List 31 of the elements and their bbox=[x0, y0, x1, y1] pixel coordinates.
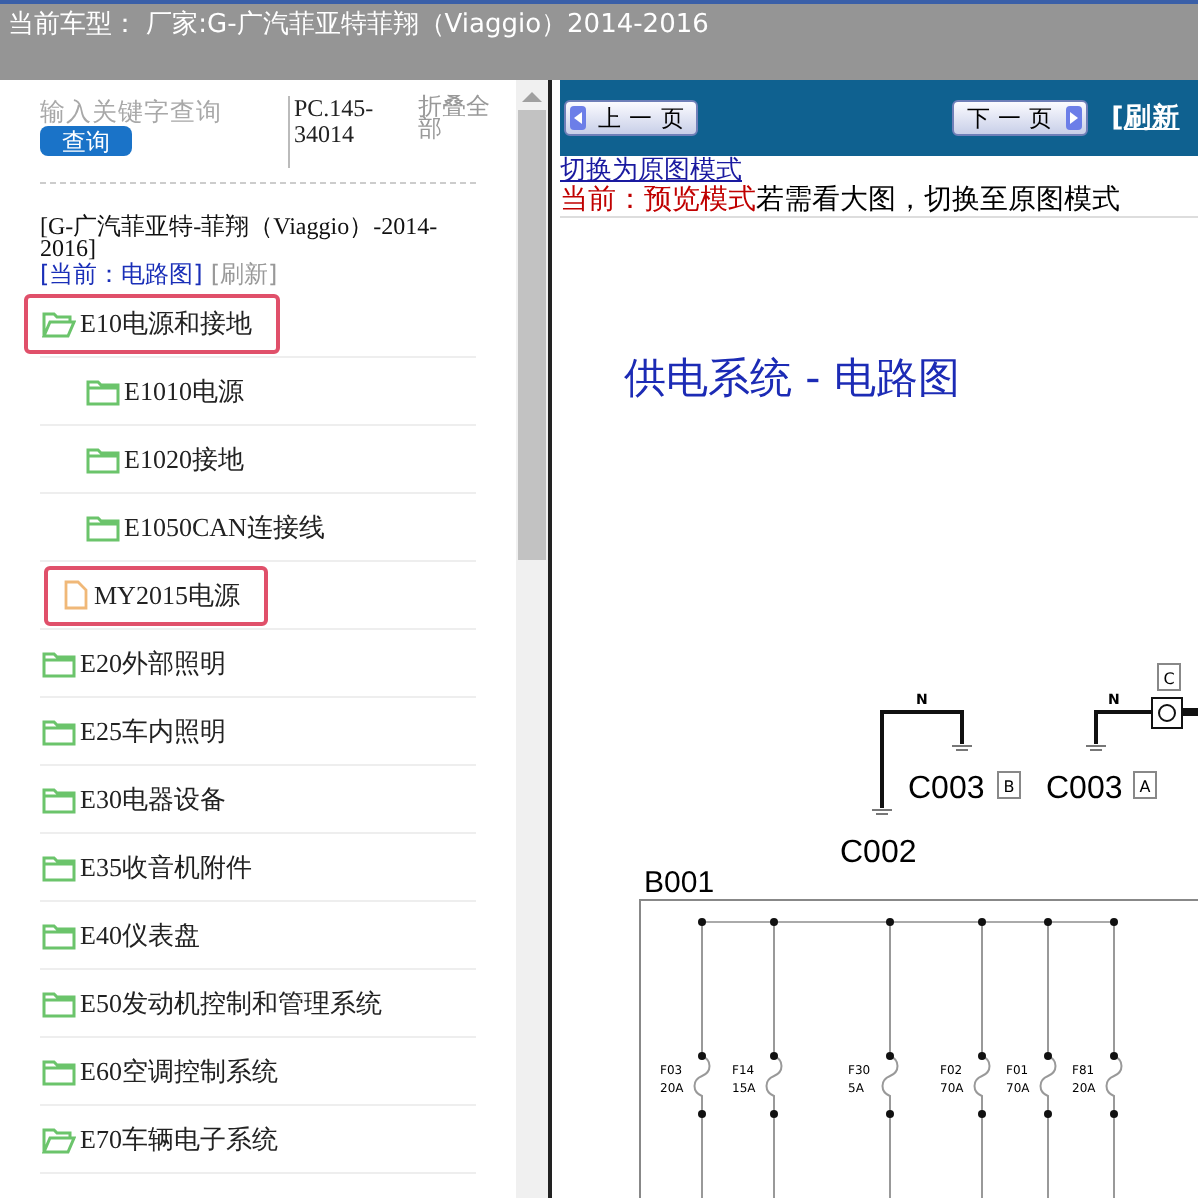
current-view-link[interactable]: [当前：电路图] bbox=[40, 262, 203, 286]
tree-item[interactable]: E60空调控制系统 bbox=[24, 1041, 306, 1101]
tree-item[interactable]: E1010电源 bbox=[68, 361, 272, 421]
switch-mode-link[interactable]: 切换为原图模式 bbox=[560, 158, 1198, 184]
tree-item[interactable]: E70车辆电子系统 bbox=[24, 1109, 306, 1169]
connector-label: C003 bbox=[908, 772, 985, 806]
tree-item[interactable]: E10电源和接地 bbox=[24, 293, 280, 353]
previous-page-button[interactable]: 上 一 页 bbox=[564, 100, 699, 136]
tree-item[interactable]: MY2015电源 bbox=[44, 565, 268, 625]
tree-item[interactable]: E35收音机附件 bbox=[24, 837, 280, 897]
tree-item[interactable]: E1050CAN连接线 bbox=[68, 497, 353, 557]
tree-item[interactable]: E50发动机控制和管理系统 bbox=[24, 973, 410, 1033]
pin-label: B bbox=[997, 771, 1021, 799]
pin-label: A bbox=[1133, 771, 1157, 799]
next-page-button[interactable]: 下 一 页 bbox=[952, 100, 1088, 136]
search-button[interactable]: 查询 bbox=[40, 126, 132, 156]
tree-item[interactable]: E25车内照明 bbox=[24, 701, 254, 761]
connector-label: C002 bbox=[840, 836, 917, 870]
refresh-link[interactable]: [刷新 bbox=[1111, 100, 1180, 136]
part-code: PC.145-34014 bbox=[288, 96, 406, 168]
box-label: B001 bbox=[644, 866, 715, 900]
connector-label: C003 bbox=[1046, 772, 1123, 806]
tree-item[interactable]: E40仪表盘 bbox=[24, 905, 228, 965]
tree-item[interactable]: E1020接地 bbox=[68, 429, 272, 489]
tree-item[interactable]: E30电器设备 bbox=[24, 769, 254, 829]
pin-label: C bbox=[1157, 663, 1181, 691]
model-text: [G-广汽菲亚特-菲翔（Viaggio）-2014-2016] bbox=[40, 216, 440, 260]
header-title: 当前车型： 厂家:G-广汽菲亚特菲翔（Viaggio）2014-2016 bbox=[8, 8, 709, 42]
tree-item[interactable]: E20外部照明 bbox=[24, 633, 254, 693]
mode-status-text: 当前：预览模式若需看大图，切换至原图模式 bbox=[560, 184, 1122, 216]
diagram-title: 供电系统 - 电路图 bbox=[624, 352, 960, 406]
